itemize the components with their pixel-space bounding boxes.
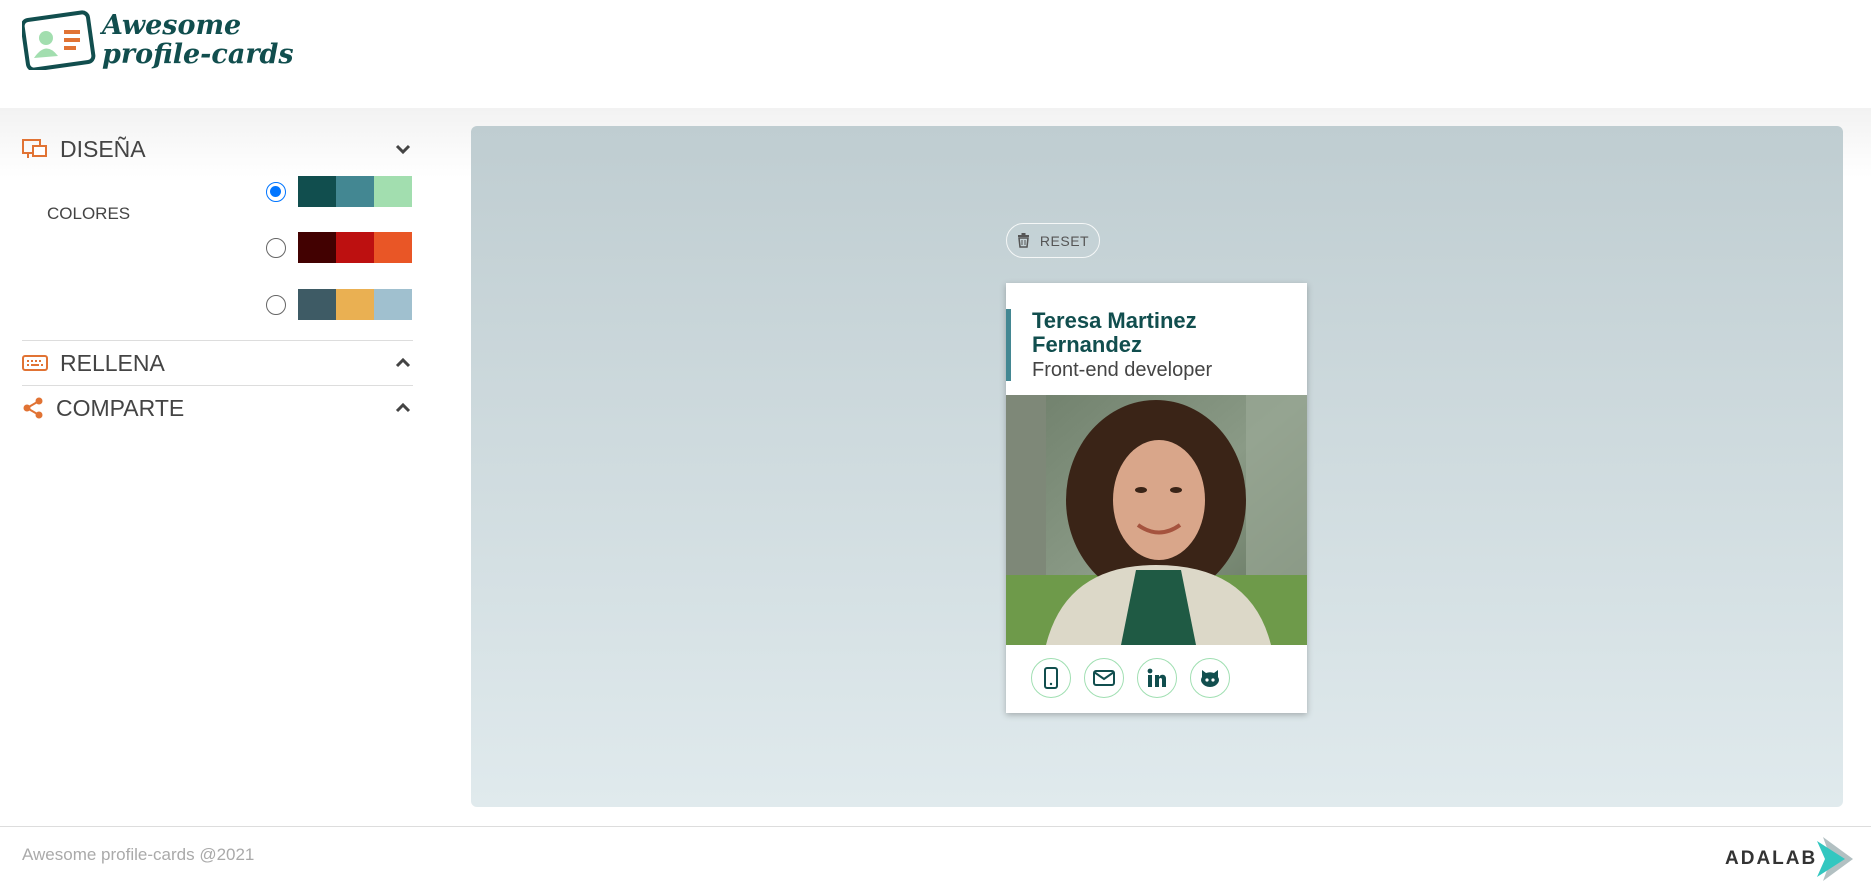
- footer: Awesome profile-cards @2021 ADALAB: [0, 826, 1871, 881]
- palette-swatch[interactable]: [298, 176, 336, 207]
- logo[interactable]: Awesome profile-cards: [22, 10, 294, 70]
- profile-card: Teresa Martinez Fernandez Front-end deve…: [1006, 283, 1307, 713]
- footer-copyright: Awesome profile-cards @2021: [22, 845, 255, 864]
- palette-swatch[interactable]: [336, 176, 374, 207]
- reset-button[interactable]: RESET: [1006, 223, 1100, 258]
- card-phone-link[interactable]: [1031, 658, 1071, 698]
- palette-radio-2[interactable]: [266, 237, 286, 258]
- email-icon: [1093, 670, 1115, 686]
- sidebar: DISEÑA COLORES RELLENA COMPARTE: [22, 126, 413, 430]
- palette-swatch[interactable]: [374, 176, 412, 207]
- colors-label: COLORES: [47, 204, 131, 223]
- palette-radio-3[interactable]: [266, 294, 286, 315]
- card-email-link[interactable]: [1084, 658, 1124, 698]
- linkedin-icon: [1147, 668, 1166, 687]
- palette-swatch[interactable]: [298, 289, 336, 320]
- section-design-label: DISEÑA: [60, 135, 146, 162]
- logo-text: Awesome profile-cards: [102, 11, 294, 69]
- card-linkedin-link[interactable]: [1137, 658, 1177, 698]
- header: Awesome profile-cards: [0, 0, 1871, 108]
- card-header: Teresa Martinez Fernandez Front-end deve…: [1006, 309, 1307, 381]
- palette-option-1[interactable]: [266, 176, 412, 207]
- card-accent-bar: [1006, 309, 1011, 381]
- phone-icon: [1044, 667, 1058, 689]
- design-icon: [22, 139, 47, 158]
- section-share-label: COMPARTE: [56, 394, 185, 421]
- card-social-links: [1031, 658, 1243, 698]
- share-icon: [23, 397, 43, 419]
- card-preview-panel: RESET Teresa Martinez Fernandez Front-en…: [471, 126, 1843, 807]
- palette-swatch[interactable]: [336, 289, 374, 320]
- section-design-header[interactable]: DISEÑA: [22, 126, 413, 172]
- github-icon: [1201, 670, 1219, 687]
- reset-label: RESET: [1039, 232, 1090, 249]
- profile-card-icon: [22, 10, 96, 70]
- palette-option-2[interactable]: [266, 232, 412, 263]
- adalab-arrow-icon: [1817, 837, 1854, 881]
- palette-swatch[interactable]: [374, 289, 412, 320]
- logo-line-2: profile-cards: [102, 39, 294, 70]
- card-job: Front-end developer: [1032, 359, 1213, 381]
- palette-swatch[interactable]: [336, 232, 374, 263]
- chevron-up-icon[interactable]: [395, 402, 411, 414]
- section-share-header[interactable]: COMPARTE: [22, 386, 413, 430]
- chevron-down-icon[interactable]: [395, 143, 411, 155]
- palette-swatch[interactable]: [374, 232, 412, 263]
- profile-photo: [1006, 395, 1307, 645]
- logo-line-1: Awesome: [102, 10, 242, 41]
- palette-option-3[interactable]: [266, 289, 412, 320]
- palette-swatch[interactable]: [298, 232, 336, 263]
- card-github-link[interactable]: [1190, 658, 1230, 698]
- colors-block: COLORES: [22, 172, 413, 370]
- card-name: Teresa Martinez Fernandez: [1032, 308, 1197, 357]
- adalab-logo[interactable]: ADALAB: [1725, 837, 1854, 881]
- palette-radio-1[interactable]: [266, 181, 286, 202]
- trash-icon: [1017, 233, 1029, 248]
